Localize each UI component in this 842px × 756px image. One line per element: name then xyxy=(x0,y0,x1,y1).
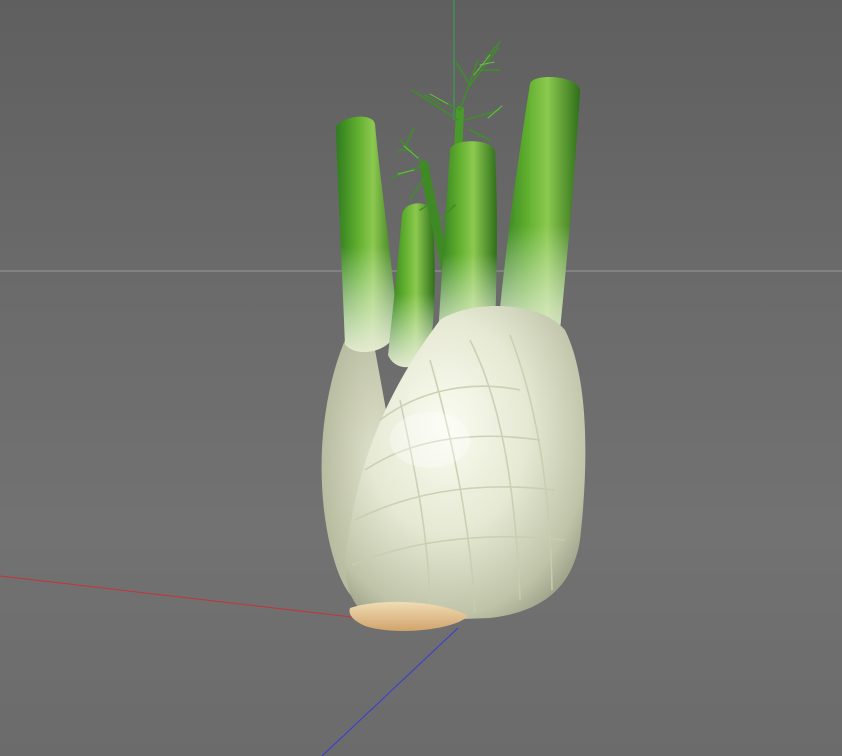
fennel-stalk-right-fade xyxy=(498,77,581,347)
fennel-stalk-left-fade xyxy=(335,116,398,353)
viewport-canvas[interactable] xyxy=(0,0,842,756)
z-axis-line xyxy=(321,627,459,756)
x-axis-line xyxy=(0,575,361,619)
fennel-bulb-front xyxy=(345,306,586,622)
fennel-model[interactable] xyxy=(321,41,586,631)
fennel-bulb-highlight xyxy=(390,412,470,468)
3d-viewport[interactable] xyxy=(0,0,842,756)
